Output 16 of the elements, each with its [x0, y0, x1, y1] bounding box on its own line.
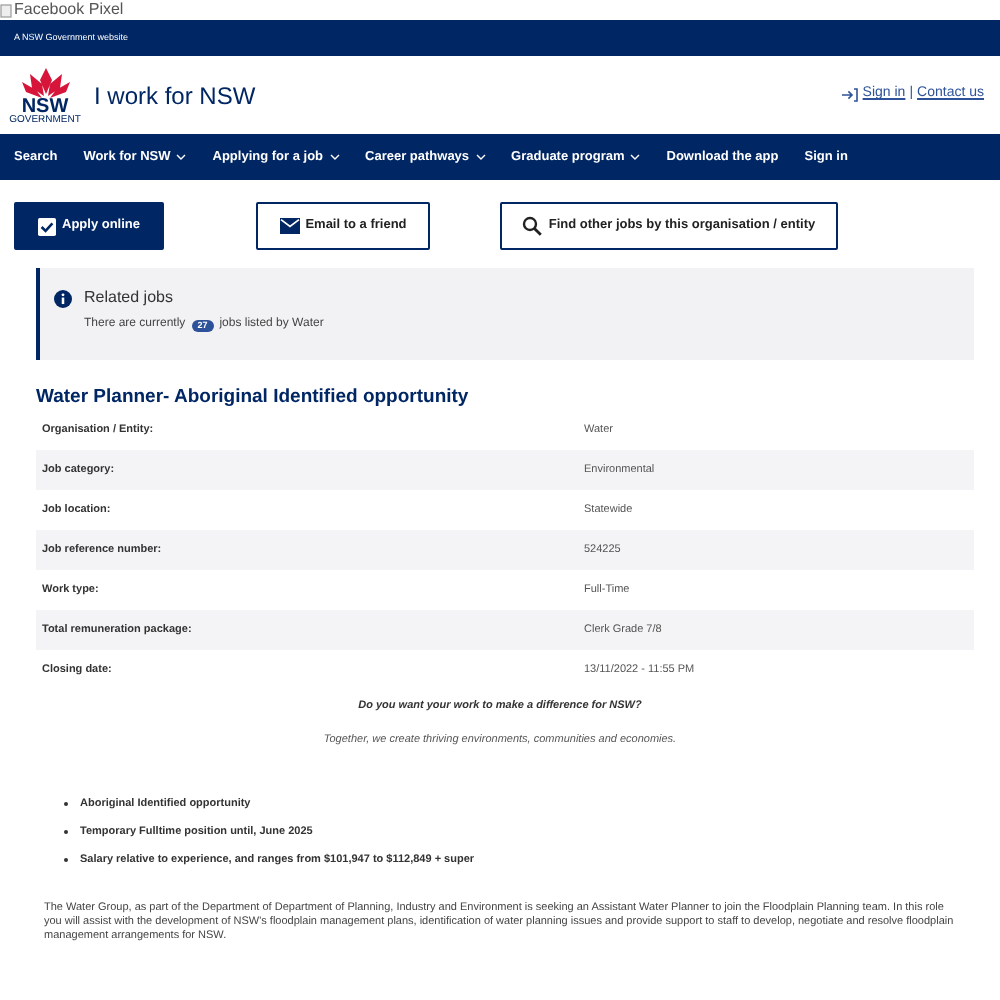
broken-image-icon [0, 3, 12, 17]
job-title: Water Planner- Aboriginal Identified opportunity [36, 386, 471, 410]
checkbox-icon [38, 217, 56, 235]
chevron-down-icon [630, 154, 641, 160]
image-alt-text: Facebook Pixel [14, 2, 124, 18]
sign-in-icon [842, 88, 859, 102]
site-title: I work for NSW [94, 79, 256, 113]
flower-logo-icon [19, 65, 71, 97]
chevron-down-icon [329, 154, 340, 160]
logo-text: NSW [21, 97, 69, 115]
info-icon [54, 289, 72, 307]
related-jobs-title: Related jobs [84, 286, 173, 310]
chevron-down-icon [475, 154, 486, 160]
chevron-down-icon [176, 154, 187, 160]
envelope-icon [279, 218, 300, 234]
search-icon [522, 216, 543, 236]
